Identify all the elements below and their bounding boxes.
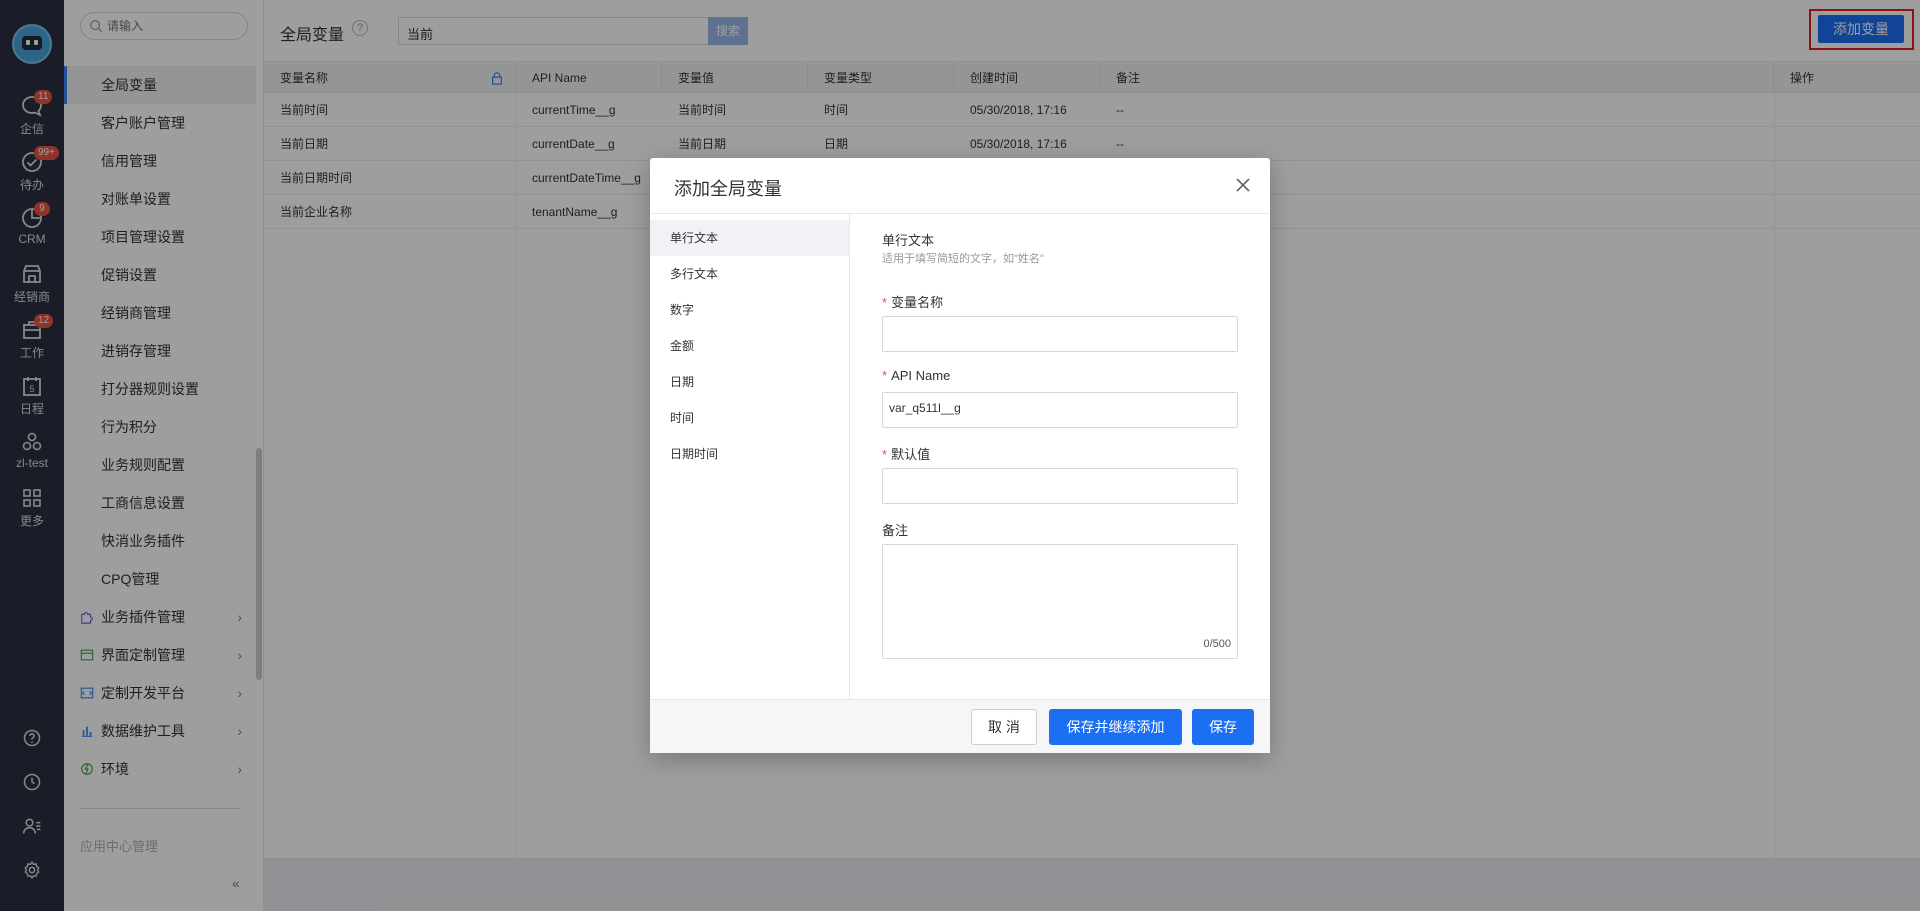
api-name-input[interactable]: var_q511l__g — [882, 392, 1238, 428]
required-marker: * — [882, 368, 888, 383]
variable-form: 单行文本 适用于填写简短的文字，如"姓名" * 变量名称 * API Name va… — [882, 214, 1242, 699]
add-variable-dialog: 添加全局变量 单行文本 多行文本 数字 金额 日期 时间 日期时间 单行文本 适… — [650, 158, 1270, 753]
form-section-title: 单行文本 — [882, 233, 935, 248]
save-button[interactable]: 保存 — [1192, 709, 1254, 745]
type-time[interactable]: 时间 — [650, 400, 849, 436]
default-value-label-text: 默认值 — [891, 447, 931, 462]
variable-name-input[interactable] — [882, 316, 1238, 352]
default-value-input[interactable] — [882, 468, 1238, 504]
cancel-button[interactable]: 取 消 — [971, 709, 1037, 745]
dialog-title: 添加全局变量 — [674, 179, 782, 199]
required-marker: * — [882, 447, 888, 462]
type-amount[interactable]: 金额 — [650, 328, 849, 364]
save-and-continue-button[interactable]: 保存并继续添加 — [1049, 709, 1182, 745]
type-number[interactable]: 数字 — [650, 292, 849, 328]
form-section-description: 适用于填写简短的文字，如"姓名" — [882, 253, 1044, 265]
type-single-line-text[interactable]: 单行文本 — [650, 220, 849, 256]
remark-label: 备注 — [882, 523, 909, 538]
default-value-label: * 默认值 — [882, 444, 930, 463]
remark-char-count: 0/500 — [1203, 638, 1231, 650]
name-label: * 变量名称 — [882, 292, 943, 311]
variable-type-list: 单行文本 多行文本 数字 金额 日期 时间 日期时间 — [650, 214, 850, 699]
api-name-label: * API Name — [882, 368, 950, 383]
type-datetime[interactable]: 日期时间 — [650, 436, 849, 472]
remark-textarea[interactable]: 0/500 — [882, 544, 1238, 659]
name-label-text: 变量名称 — [891, 295, 944, 310]
required-marker: * — [882, 295, 888, 310]
dialog-footer: 取 消 保存并继续添加 保存 — [650, 699, 1270, 753]
dialog-header: 添加全局变量 — [650, 158, 1270, 214]
api-name-label-text: API Name — [891, 368, 951, 383]
close-icon[interactable] — [1232, 174, 1254, 196]
type-multi-line-text[interactable]: 多行文本 — [650, 256, 849, 292]
type-date[interactable]: 日期 — [650, 364, 849, 400]
